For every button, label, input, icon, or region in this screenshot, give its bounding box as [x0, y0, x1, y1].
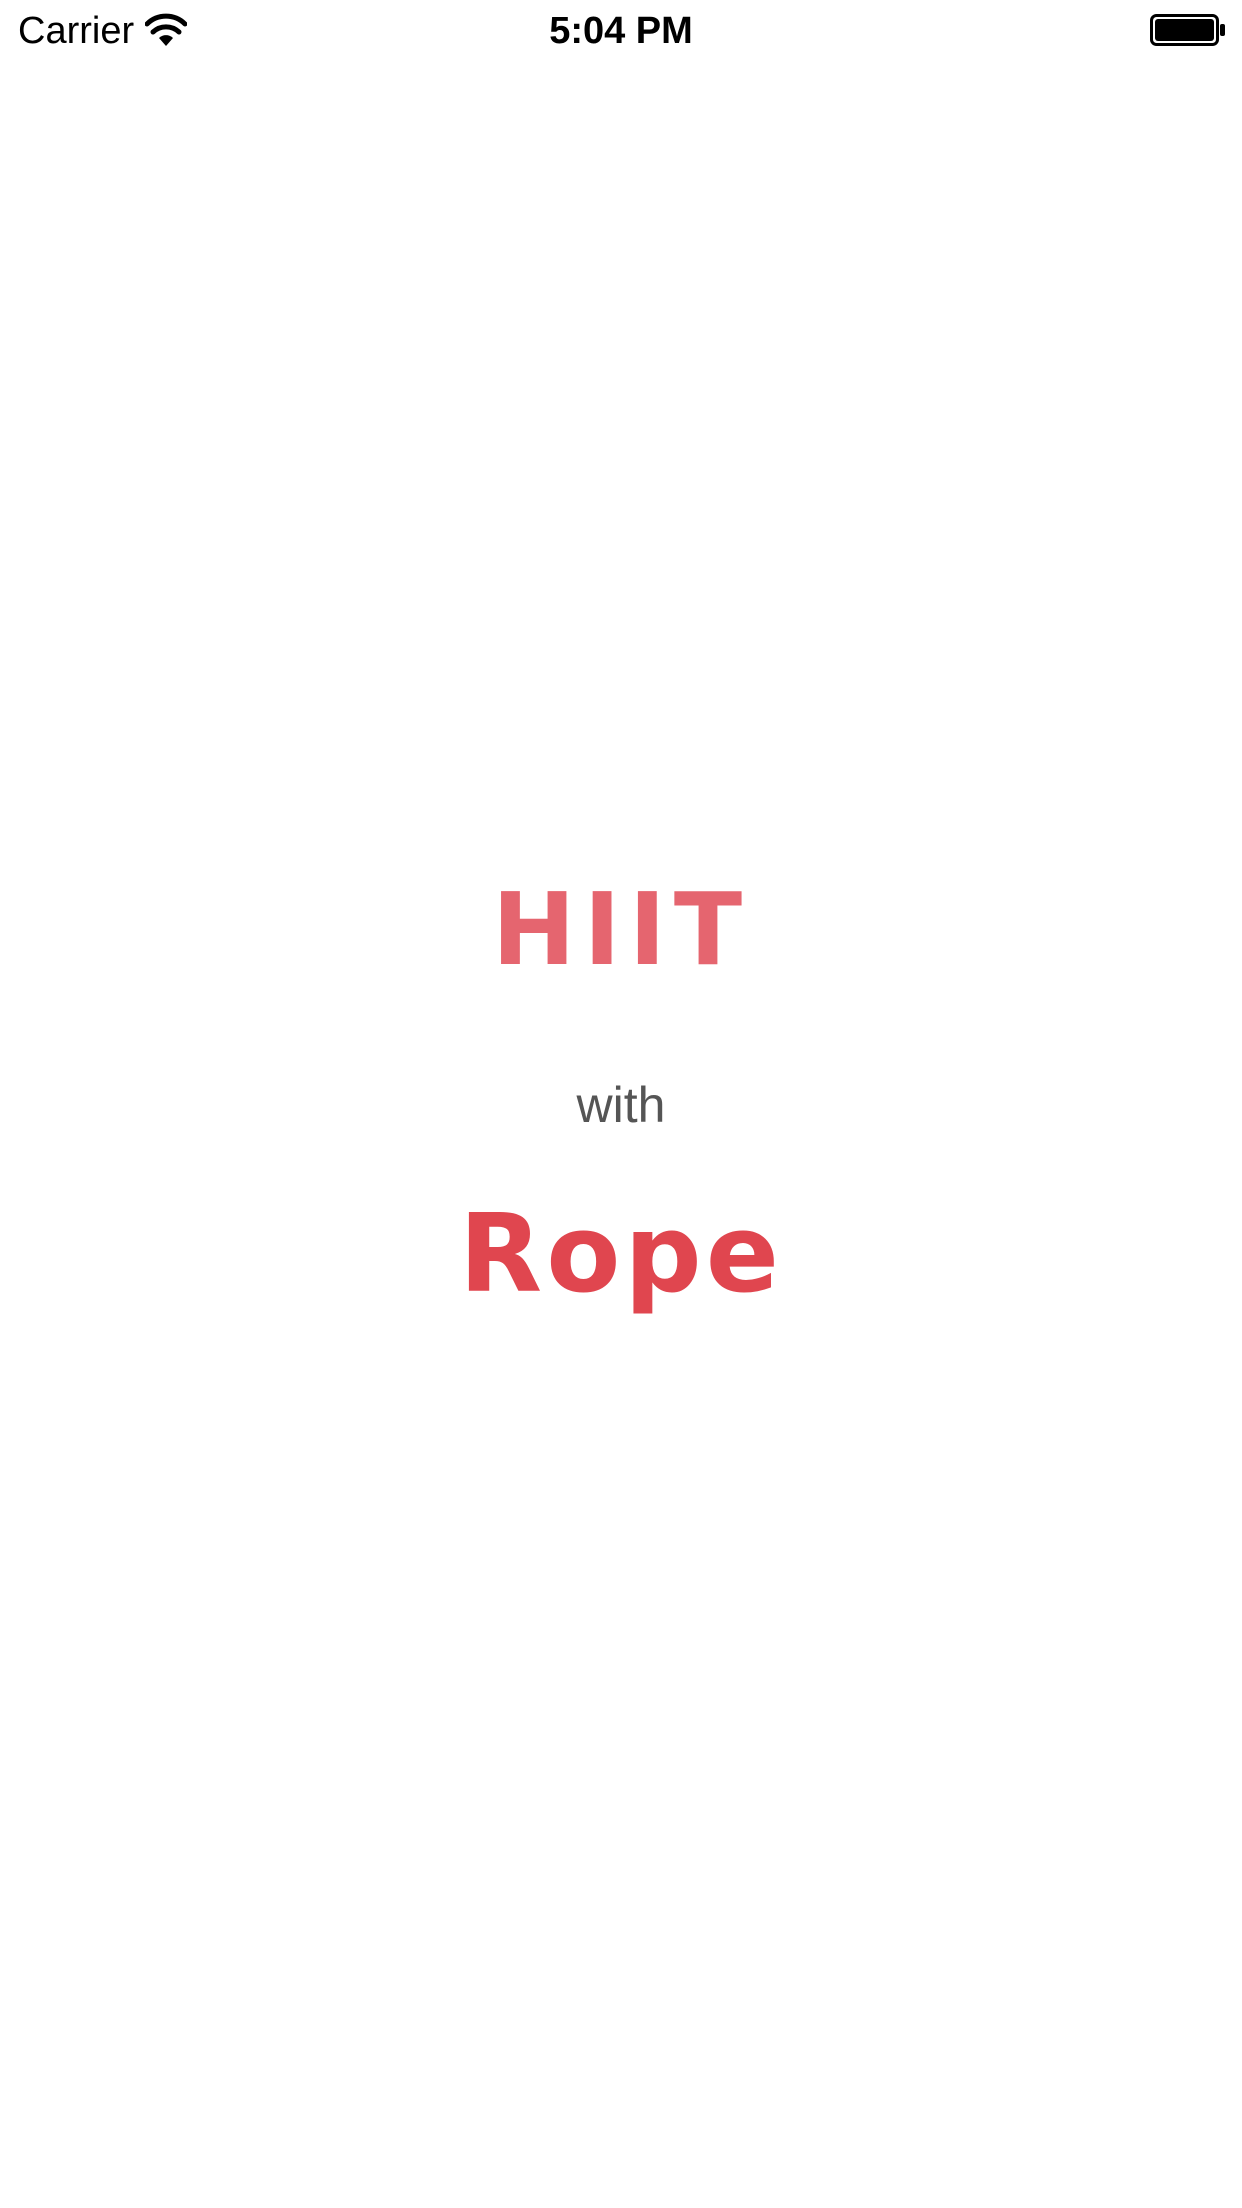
splash-screen: Carrier 5:04 PM HIIT with Rope: [0, 0, 1242, 2208]
app-title-with: with: [576, 1077, 666, 1133]
app-title-rope: Rope: [459, 1192, 783, 1317]
status-bar: Carrier 5:04 PM: [0, 0, 1242, 60]
battery-icon: [1150, 14, 1225, 46]
app-title-hiit: HIIT: [491, 871, 751, 988]
status-time: 5:04 PM: [549, 10, 693, 52]
